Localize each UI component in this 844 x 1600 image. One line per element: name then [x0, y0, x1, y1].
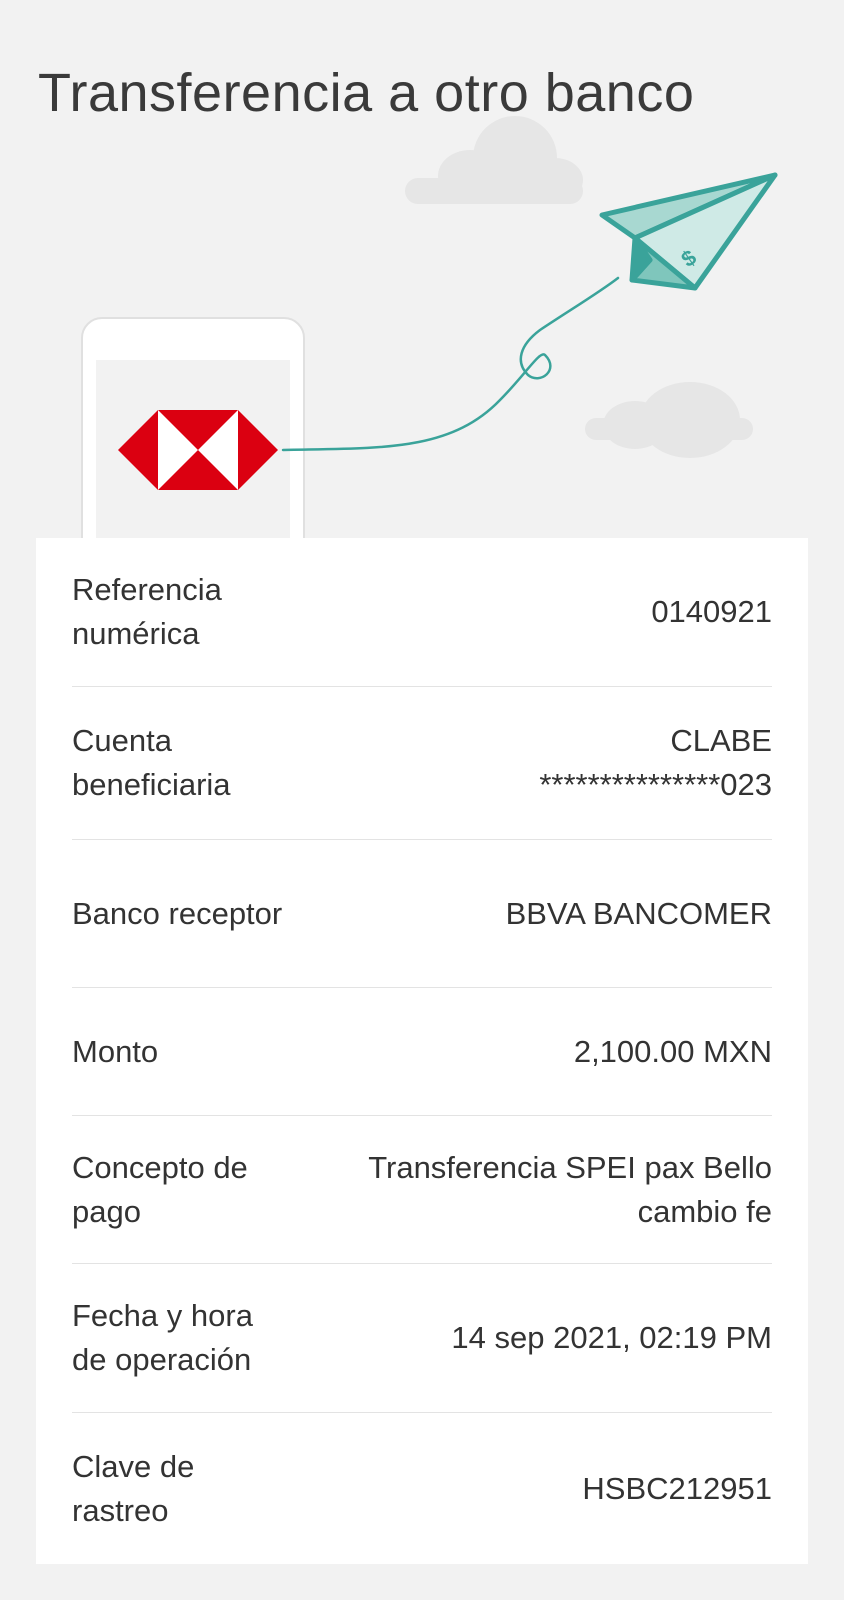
detail-row-referencia: Referencia numérica 0140921 — [72, 538, 772, 687]
detail-value: HSBC212951 — [582, 1470, 772, 1506]
account-type: CLABE — [670, 723, 772, 758]
detail-value: Transferencia SPEI pax Bello cambio fe — [368, 1149, 772, 1229]
detail-row-cuenta-beneficiaria: Cuenta beneficiaria CLABE **************… — [72, 687, 772, 840]
detail-value: 0140921 — [651, 594, 772, 629]
detail-row-monto: Monto 2,100.00 MXN — [72, 988, 772, 1116]
detail-label: Clave de rastreo — [72, 1448, 195, 1528]
paper-plane-dollar-icon — [599, 172, 778, 291]
detail-row-fecha-hora: Fecha y hora de operación 14 sep 2021, 0… — [72, 1264, 772, 1413]
detail-label: Cuenta beneficiaria — [72, 723, 231, 802]
detail-label: Banco receptor — [72, 895, 283, 931]
masked-account-number: ***************023 — [539, 767, 772, 802]
transfer-illustration: $ — [81, 116, 778, 560]
detail-value: 2,100.00 MXN — [573, 1033, 772, 1069]
cloud-icon — [405, 116, 583, 204]
detail-label: Concepto de pago — [72, 1149, 248, 1229]
detail-value: BBVA BANCOMER — [505, 895, 772, 931]
detail-value: CLABE ***************023 — [316, 719, 772, 807]
detail-label: Monto — [72, 1033, 159, 1069]
detail-label: Referencia numérica — [72, 572, 222, 651]
detail-row-concepto: Concepto de pago Transferencia SPEI pax … — [72, 1116, 772, 1264]
transfer-details-card: Referencia numérica 0140921 Cuenta benef… — [36, 538, 808, 1564]
flight-path — [281, 276, 620, 452]
detail-label: Fecha y hora de operación — [72, 1298, 253, 1377]
detail-row-clave-rastreo: Clave de rastreo HSBC212951 — [72, 1413, 772, 1564]
detail-row-banco-receptor: Banco receptor BBVA BANCOMER — [72, 840, 772, 988]
cloud-icon — [585, 382, 753, 458]
detail-value: 14 sep 2021, 02:19 PM — [451, 1320, 772, 1355]
